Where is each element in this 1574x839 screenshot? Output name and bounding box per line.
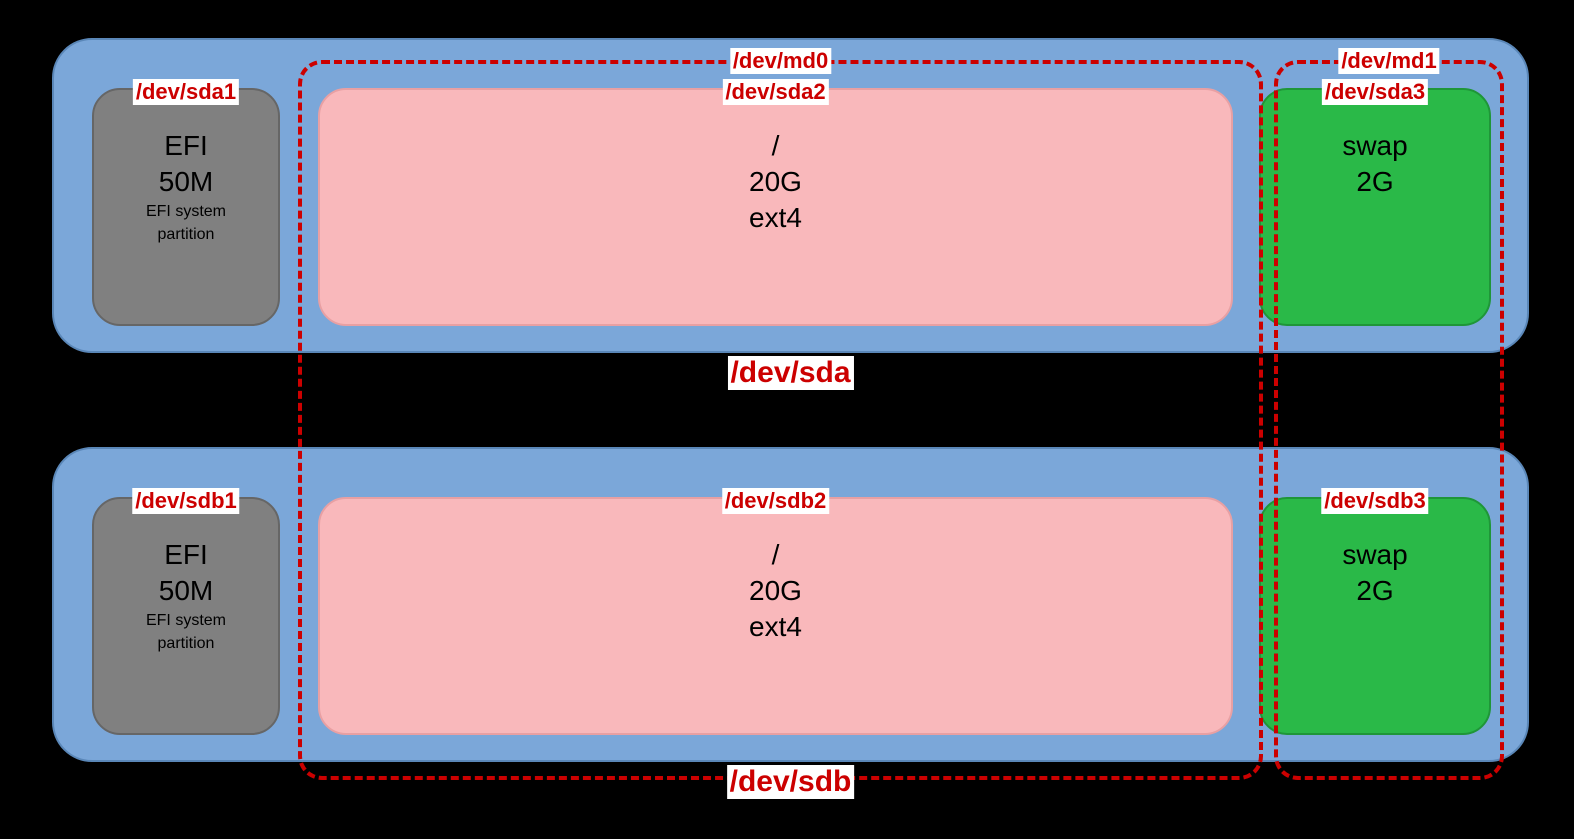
disk-sdb: /dev/sdb1 EFI 50M EFI system partition /… [52,447,1529,762]
partition-sdb1: /dev/sdb1 EFI 50M EFI system partition [92,497,280,735]
partition-size: 20G [320,166,1231,198]
partition-size: 20G [320,575,1231,607]
partition-label: /dev/sda2 [722,79,828,105]
partition-fs1: ext4 [320,202,1231,234]
disk-label-sda: /dev/sda [727,356,853,390]
disk-label-sdb: /dev/sdb [727,765,855,799]
partition-title: swap [1261,539,1489,571]
partition-fs2: partition [94,634,278,653]
partition-title: EFI [94,130,278,162]
disk-sda: /dev/sda1 EFI 50M EFI system partition /… [52,38,1529,353]
partition-fs1: EFI system [94,202,278,221]
partition-fs1: ext4 [320,611,1231,643]
partition-sda1: /dev/sda1 EFI 50M EFI system partition [92,88,280,326]
partition-fs1: EFI system [94,611,278,630]
partition-sda3: /dev/sda3 swap 2G [1259,88,1491,326]
partition-sda2: /dev/sda2 / 20G ext4 [318,88,1233,326]
partition-title: EFI [94,539,278,571]
partition-label: /dev/sdb3 [1321,488,1428,514]
partition-label: /dev/sda1 [133,79,239,105]
partition-title: swap [1261,130,1489,162]
partition-label: /dev/sdb2 [722,488,829,514]
partition-title: / [320,539,1231,571]
partition-size: 2G [1261,575,1489,607]
partition-size: 50M [94,575,278,607]
partition-fs2: partition [94,225,278,244]
partition-sdb2: /dev/sdb2 / 20G ext4 [318,497,1233,735]
partition-size: 50M [94,166,278,198]
partition-label: /dev/sdb1 [132,488,239,514]
partition-label: /dev/sda3 [1322,79,1428,105]
partition-size: 2G [1261,166,1489,198]
partition-title: / [320,130,1231,162]
partition-sdb3: /dev/sdb3 swap 2G [1259,497,1491,735]
